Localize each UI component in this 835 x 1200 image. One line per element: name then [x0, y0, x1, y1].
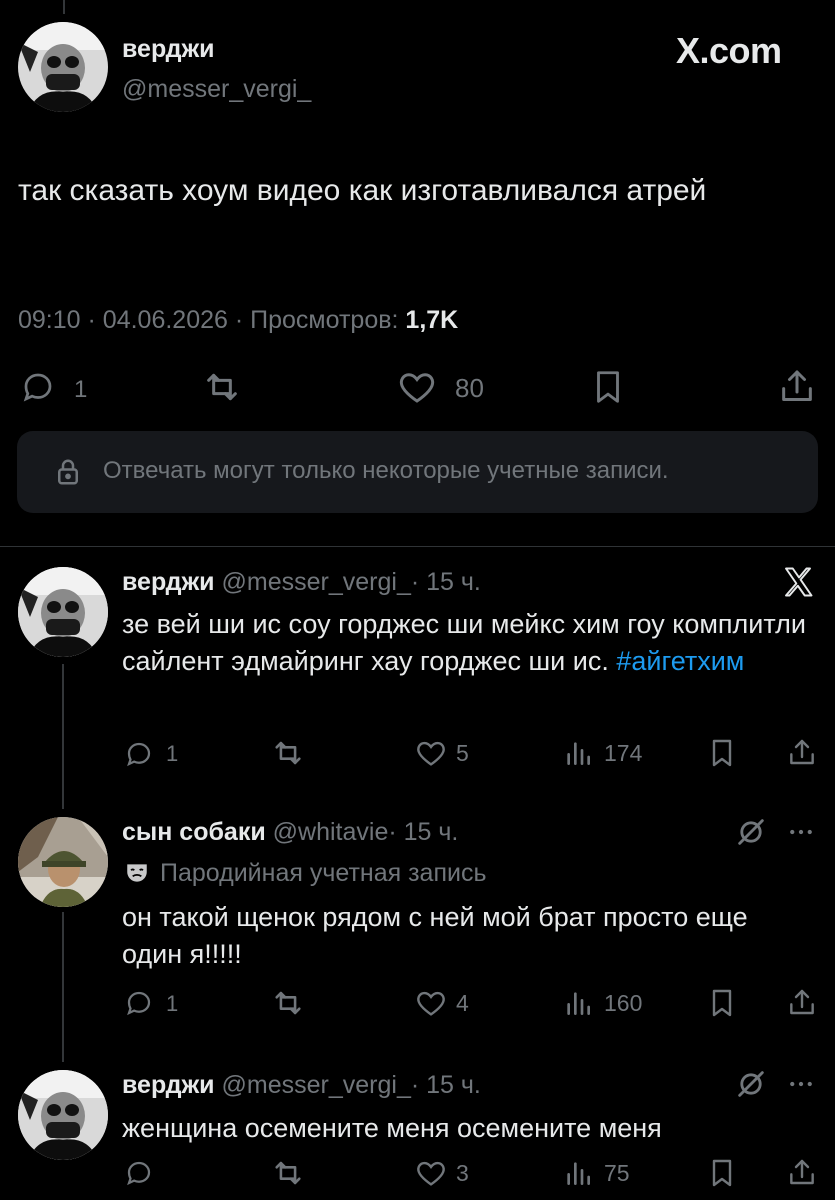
views-count: 160 [604, 990, 643, 1016]
reply-count: 1 [74, 376, 88, 403]
reply-restriction-text: Отвечать могут только некоторые учетные … [103, 457, 669, 484]
bookmark-icon[interactable] [706, 1156, 738, 1190]
author-handle[interactable]: @messer_vergi_ [222, 568, 411, 596]
author-handle[interactable]: @messer_vergi_ [222, 1071, 411, 1099]
avatar[interactable] [18, 1070, 108, 1160]
views-value: 1,7K [405, 306, 459, 334]
bookmark-icon[interactable] [589, 367, 627, 407]
avatar[interactable] [18, 817, 108, 907]
reply-text: женщина осемените меня осемените меня [122, 1113, 662, 1143]
post-time[interactable]: 09:10 [18, 306, 81, 334]
heart-icon[interactable] [414, 736, 448, 770]
reply-count: 1 [166, 991, 179, 1016]
repost-icon[interactable] [271, 1156, 305, 1190]
post-text: так сказать хоум видео как изготавливалс… [18, 174, 707, 207]
like-count: 5 [456, 740, 469, 766]
lock-icon [53, 456, 83, 488]
reply-icon[interactable] [124, 988, 154, 1018]
share-icon[interactable] [777, 367, 817, 407]
author-name[interactable]: верджи [122, 1071, 215, 1099]
views-label: Просмотров: [250, 306, 399, 334]
author-name[interactable]: верджи [122, 35, 215, 64]
heart-icon[interactable] [414, 1156, 448, 1190]
time-separator: · [410, 568, 420, 596]
reply-header: сын собаки @whitavie· 15 ч. [122, 818, 458, 847]
reply-header: верджи @messer_vergi_· 15 ч. [122, 1071, 481, 1100]
more-icon[interactable] [786, 1069, 816, 1099]
grok-icon[interactable] [734, 815, 768, 849]
bookmark-icon[interactable] [706, 986, 738, 1020]
heart-icon[interactable] [396, 366, 438, 408]
site-label: X.com [676, 30, 782, 71]
heart-icon[interactable] [414, 986, 448, 1020]
avatar-image [18, 567, 108, 657]
parody-mask-icon [124, 860, 150, 886]
reply-text: он такой щенок рядом с ней мой брат прос… [122, 902, 748, 969]
repost-icon[interactable] [271, 986, 305, 1020]
views-icon[interactable] [562, 1156, 594, 1190]
hashtag-link[interactable]: #айгетхим [616, 646, 744, 676]
author-handle[interactable]: @whitavie [273, 818, 389, 846]
reply-time[interactable]: 15 ч. [426, 1071, 481, 1099]
bookmark-icon[interactable] [706, 736, 738, 770]
like-count: 3 [456, 1160, 469, 1186]
thread-line-top [63, 0, 65, 14]
meta-separator: · [234, 306, 244, 334]
reply-time[interactable]: 15 ч. [426, 568, 481, 596]
post-date[interactable]: 04.06.2026 [103, 306, 228, 334]
reply-text: зе вей ши ис соу горджес ши мейкс хим го… [122, 606, 812, 680]
reply-time[interactable]: 15 ч. [404, 818, 459, 846]
avatar-image [18, 817, 108, 907]
grok-icon[interactable] [734, 1067, 768, 1101]
views-icon[interactable] [562, 986, 594, 1020]
avatar[interactable] [18, 22, 108, 112]
time-separator: · [388, 818, 397, 846]
thread-line [62, 912, 64, 1062]
meta-separator: · [87, 306, 96, 334]
avatar[interactable] [18, 567, 108, 657]
like-count: 80 [455, 373, 484, 403]
reply-icon[interactable] [20, 369, 56, 405]
reply-restriction-panel: Отвечать могут только некоторые учетные … [17, 431, 818, 513]
views-icon[interactable] [562, 736, 594, 770]
avatar-image [18, 1070, 108, 1160]
views-count: 174 [604, 740, 643, 766]
repost-icon[interactable] [271, 736, 305, 770]
share-icon[interactable] [786, 986, 818, 1020]
like-count: 4 [456, 990, 469, 1016]
share-icon[interactable] [786, 1156, 818, 1190]
reply-icon[interactable] [124, 1158, 154, 1188]
parody-badge-label[interactable]: Пародийная учетная запись [160, 859, 486, 888]
share-icon[interactable] [786, 736, 818, 770]
reply-icon[interactable] [124, 739, 154, 769]
thread-line [62, 664, 64, 809]
more-icon[interactable] [786, 817, 816, 847]
repost-icon[interactable] [202, 367, 242, 407]
post-meta: 09:10 · 04.06.2026 · Просмотров: 1,7K [18, 306, 458, 335]
time-separator: · [410, 1071, 420, 1099]
reply-count: 1 [166, 741, 179, 766]
section-divider [0, 546, 835, 547]
avatar-image [18, 22, 108, 112]
views-count: 75 [604, 1160, 630, 1186]
reply-header: верджи @messer_vergi_· 15 ч. [122, 568, 481, 597]
author-name[interactable]: верджи [122, 568, 215, 596]
x-logo-icon[interactable] [780, 564, 816, 600]
author-name[interactable]: сын собаки [122, 818, 266, 846]
author-handle[interactable]: @messer_vergi_ [122, 75, 311, 104]
